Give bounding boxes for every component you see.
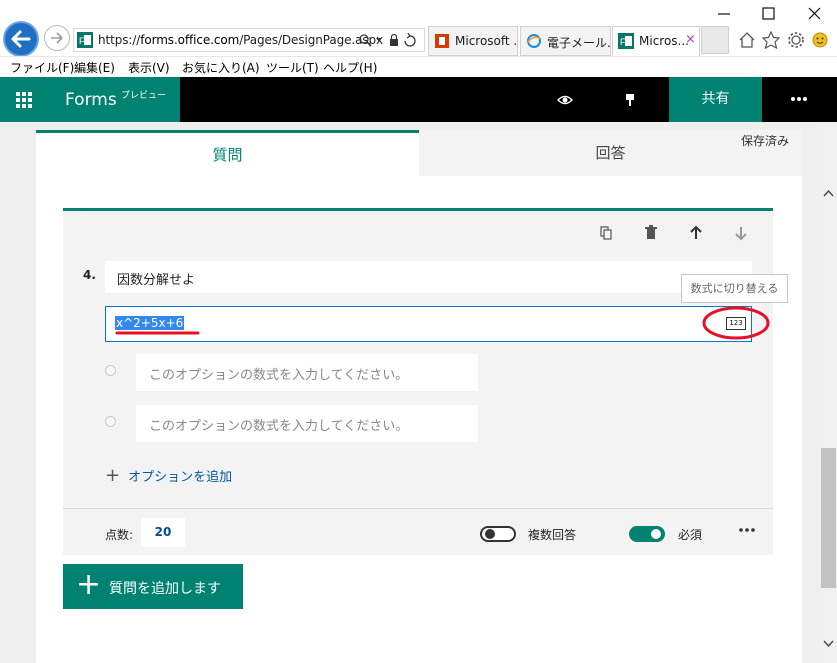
add-question-button[interactable]: + 質問を追加します bbox=[63, 564, 243, 609]
preview-badge: プレビュー bbox=[121, 91, 167, 101]
preview-eye-button[interactable] bbox=[555, 90, 575, 110]
form-tabs: 質問 回答 bbox=[36, 130, 802, 176]
settings-gear-icon[interactable] bbox=[787, 31, 805, 49]
option-placeholder: このオプションの数式を入力してください。 bbox=[149, 368, 409, 383]
option-input[interactable]: このオプションの数式を入力してください。 bbox=[136, 405, 478, 442]
tab-label: Micros... bbox=[639, 34, 689, 48]
tab-questions[interactable]: 質問 bbox=[36, 130, 419, 176]
formula-selected-text: x^2+5x+6 bbox=[115, 316, 185, 330]
scroll-thumb[interactable] bbox=[821, 448, 836, 588]
eye-icon bbox=[557, 95, 573, 105]
tab-forms-active[interactable]: F Micros... × bbox=[612, 26, 700, 56]
points-label: 点数: bbox=[105, 528, 134, 542]
forms-icon: F bbox=[618, 33, 634, 49]
app-brand: Forms プレビュー bbox=[47, 77, 180, 122]
scroll-down-icon bbox=[823, 640, 834, 648]
points-input[interactable]: 20 bbox=[141, 518, 185, 547]
question-title: 因数分解せよ bbox=[117, 273, 196, 288]
menu-edit[interactable]: 編集(E) bbox=[74, 59, 115, 76]
menu-view[interactable]: 表示(V) bbox=[128, 59, 170, 76]
maximize-button[interactable] bbox=[760, 4, 778, 22]
option-input[interactable]: このオプションの数式を入力してください。 bbox=[136, 354, 478, 391]
smiley-feedback-icon[interactable] bbox=[811, 31, 829, 49]
paint-brush-icon bbox=[626, 94, 634, 106]
more-dots-icon bbox=[739, 528, 755, 532]
menu-bar: ファイル(F) 編集(E) 表示(V) お気に入り(A) ツール(T) ヘルプ(… bbox=[0, 56, 837, 78]
required-label: 必須 bbox=[678, 528, 703, 542]
trash-icon bbox=[645, 225, 657, 239]
vertical-scrollbar[interactable] bbox=[820, 122, 837, 663]
arrow-down-icon bbox=[735, 227, 747, 241]
office-icon bbox=[435, 34, 449, 48]
add-option-label: オプションを追加 bbox=[128, 470, 233, 485]
tab-microsoft-office[interactable]: Microsoft ... bbox=[428, 26, 518, 56]
menu-tools[interactable]: ツール(T) bbox=[266, 59, 319, 76]
url-text: https://forms.office.com/Pages/DesignPag… bbox=[98, 33, 384, 47]
multiple-answers-label: 複数回答 bbox=[528, 528, 577, 542]
minimize-button[interactable] bbox=[717, 4, 735, 22]
share-button[interactable]: 共有 bbox=[669, 77, 762, 122]
tab-email[interactable]: 電子メール... bbox=[520, 26, 611, 56]
arrow-up-icon bbox=[690, 225, 702, 239]
more-dots-icon bbox=[791, 97, 807, 101]
menu-favorites[interactable]: お気に入り(A) bbox=[182, 59, 260, 76]
copy-question-button[interactable] bbox=[596, 223, 616, 243]
tab-label: 電子メール... bbox=[547, 36, 611, 50]
required-toggle[interactable] bbox=[629, 526, 665, 542]
toggle-knob bbox=[485, 529, 495, 539]
formula-input[interactable]: x^2+5x+6 bbox=[105, 306, 752, 342]
close-window-button[interactable] bbox=[805, 4, 823, 22]
delete-question-button[interactable] bbox=[641, 223, 661, 243]
copy-icon bbox=[600, 226, 612, 240]
svg-text:F: F bbox=[620, 37, 626, 47]
favorites-star-icon[interactable] bbox=[762, 31, 780, 49]
address-icons bbox=[359, 33, 416, 47]
add-question-label: 質問を追加します bbox=[109, 581, 221, 597]
move-up-button[interactable] bbox=[686, 223, 706, 243]
close-tab-icon[interactable]: × bbox=[685, 32, 696, 47]
math-tooltip: 数式に切り替える bbox=[681, 274, 788, 303]
option-placeholder: このオプションの数式を入力してください。 bbox=[149, 419, 409, 434]
scroll-up-icon bbox=[823, 189, 834, 197]
address-bar[interactable]: F https://forms.office.com/Pages/DesignP… bbox=[73, 28, 425, 52]
plus-icon: + bbox=[105, 465, 121, 486]
plus-icon: + bbox=[76, 567, 102, 602]
multiple-answers-toggle[interactable] bbox=[480, 526, 516, 542]
home-icon[interactable] bbox=[738, 31, 756, 49]
app-name: Forms bbox=[65, 90, 117, 110]
question-number: 4. bbox=[83, 268, 96, 282]
forms-header: Forms プレビュー 共有 bbox=[0, 77, 837, 122]
toggle-knob bbox=[651, 529, 661, 539]
move-down-button[interactable] bbox=[731, 223, 751, 243]
waffle-icon bbox=[16, 92, 32, 108]
menu-file[interactable]: ファイル(F) bbox=[10, 59, 74, 76]
saved-status: 保存済み bbox=[741, 134, 790, 148]
question-more-button[interactable] bbox=[738, 522, 756, 538]
forward-button[interactable] bbox=[44, 25, 70, 51]
more-options-button[interactable] bbox=[784, 89, 814, 109]
forms-favicon-icon: F bbox=[77, 32, 93, 48]
back-button[interactable] bbox=[3, 21, 39, 57]
option-radio[interactable] bbox=[105, 416, 116, 427]
app-launcher-button[interactable] bbox=[0, 77, 47, 122]
menu-help[interactable]: ヘルプ(H) bbox=[323, 59, 377, 76]
back-arrow-icon bbox=[11, 30, 31, 48]
add-option-button[interactable]: + オプションを追加 bbox=[105, 465, 232, 486]
svg-text:F: F bbox=[79, 36, 85, 46]
question-title-field[interactable]: 因数分解せよ bbox=[105, 261, 752, 293]
theme-button[interactable] bbox=[620, 90, 640, 110]
ie-icon bbox=[526, 34, 542, 48]
forward-arrow-icon bbox=[51, 32, 63, 44]
tab-label: Microsoft ... bbox=[455, 34, 518, 48]
browser-chrome: F https://forms.office.com/Pages/DesignP… bbox=[0, 0, 837, 78]
new-tab-button[interactable] bbox=[701, 26, 729, 54]
math-toggle-button[interactable]: 123 bbox=[726, 317, 746, 330]
option-radio[interactable] bbox=[105, 365, 116, 376]
